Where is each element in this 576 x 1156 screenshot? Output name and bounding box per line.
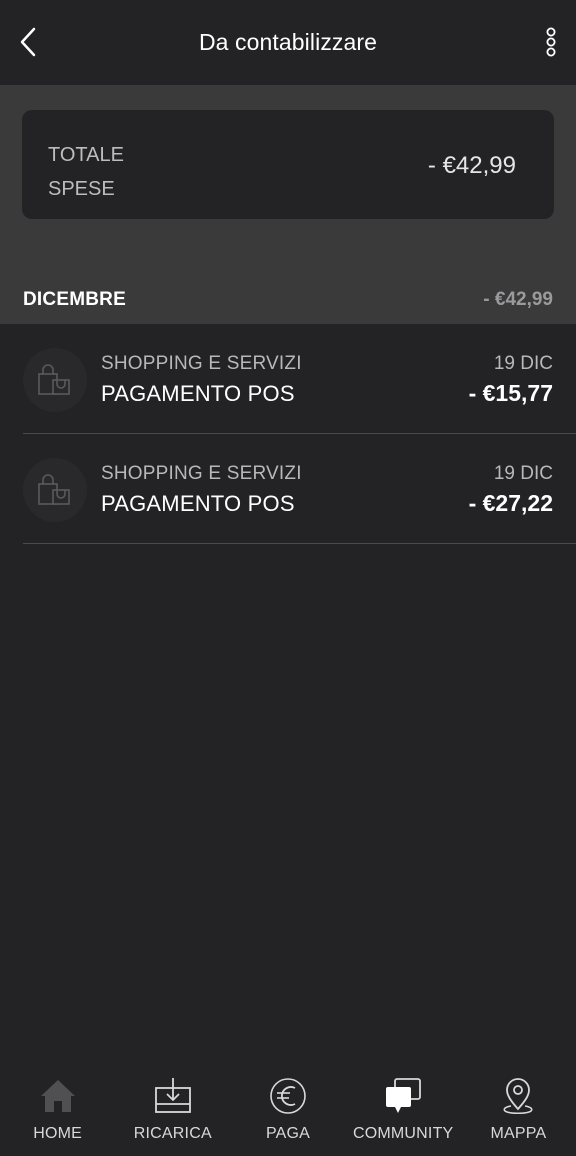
home-icon <box>40 1080 75 1112</box>
transaction-icon-badge <box>23 458 87 522</box>
transaction-amount: - €15,77 <box>468 380 553 406</box>
total-expenses-card: TOTALE SPESE - €42,99 <box>22 110 554 219</box>
nav-item-home[interactable]: HOME <box>0 1064 115 1156</box>
transaction-date: 19 DIC <box>493 463 553 484</box>
shopping-bag-icon <box>38 364 70 395</box>
transaction-amount: - €27,22 <box>468 490 553 516</box>
nav-label: HOME <box>33 1125 82 1142</box>
chat-bubbles-icon <box>386 1078 422 1113</box>
total-expenses-label: TOTALE SPESE <box>48 144 124 200</box>
transaction-category: SHOPPING E SERVIZI <box>101 463 302 484</box>
transaction-title: PAGAMENTO POS <box>101 491 295 516</box>
nav-item-paga[interactable]: PAGA <box>230 1064 345 1156</box>
map-pin-icon <box>503 1078 533 1115</box>
euro-icon <box>270 1078 306 1114</box>
month-header: DICEMBRE - €42,99 <box>0 285 576 315</box>
transaction-icon-badge <box>23 348 87 412</box>
shopping-bag-icon <box>38 474 70 505</box>
back-button[interactable] <box>14 24 42 60</box>
transaction-row[interactable]: SHOPPING E SERVIZI PAGAMENTO POS 19 DIC … <box>23 434 576 544</box>
top-up-icon <box>154 1078 191 1113</box>
summary-section: TOTALE SPESE - €42,99 DICEMBRE - €42,99 <box>0 85 576 324</box>
nav-item-mappa[interactable]: MAPPA <box>461 1064 576 1156</box>
transaction-category: SHOPPING E SERVIZI <box>101 353 302 374</box>
month-name: DICEMBRE <box>23 289 126 310</box>
transaction-date: 19 DIC <box>493 353 553 374</box>
nav-label: COMMUNITY <box>352 1125 454 1142</box>
transaction-list: SHOPPING E SERVIZI PAGAMENTO POS 19 DIC … <box>0 324 576 544</box>
nav-item-ricarica[interactable]: RICARICA <box>115 1064 230 1156</box>
top-bar: Da contabilizzare <box>0 0 576 85</box>
more-vertical-icon <box>546 27 556 57</box>
nav-label: MAPPA <box>490 1125 547 1142</box>
nav-item-community[interactable]: COMMUNITY <box>346 1064 461 1156</box>
bottom-navigation: HOME RICARICA PAGA COMMUNITY MAPPA <box>0 1064 576 1156</box>
nav-label: RICARICA <box>133 1125 212 1142</box>
app-screen: Da contabilizzare TOTALE SPESE - €42,99 … <box>0 0 576 1156</box>
more-options-button[interactable] <box>540 24 562 60</box>
transaction-title: PAGAMENTO POS <box>101 381 295 406</box>
back-chevron-icon <box>20 27 36 57</box>
page-title: Da contabilizzare <box>198 29 378 55</box>
month-total: - €42,99 <box>483 289 553 310</box>
transaction-row[interactable]: SHOPPING E SERVIZI PAGAMENTO POS 19 DIC … <box>23 324 576 434</box>
total-expenses-amount: - €42,99 <box>427 152 516 179</box>
nav-label: PAGA <box>265 1125 311 1142</box>
